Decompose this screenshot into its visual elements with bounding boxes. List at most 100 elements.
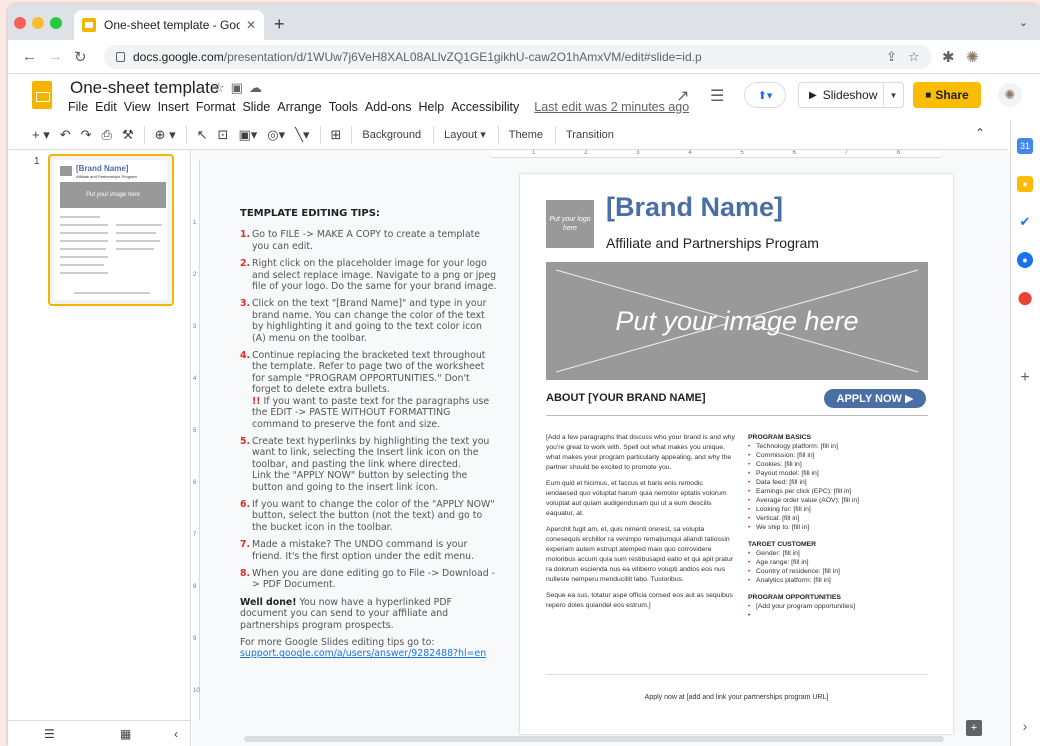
extensions-puzzle-icon[interactable]: ✱	[942, 48, 955, 66]
account-avatar[interactable]: ✺	[998, 83, 1022, 107]
bookmark-star-icon[interactable]: ☆	[908, 49, 920, 65]
image-insert-icon[interactable]: ▣▾	[238, 127, 257, 143]
keep-icon[interactable]: ●	[1017, 176, 1033, 192]
horizontal-scrollbar[interactable]	[244, 736, 944, 742]
tip-item: 5. Create text hyperlinks by highlighting…	[240, 435, 490, 493]
apply-footer-text[interactable]: Apply now at [add and link your partners…	[520, 694, 953, 701]
present-mode-button[interactable]: ⬆▾	[744, 82, 786, 108]
menu-tools[interactable]: Tools	[329, 100, 358, 114]
thumb-line	[74, 292, 150, 294]
menu-help[interactable]: Help	[418, 100, 444, 114]
share-button[interactable]: ■ Share	[913, 82, 981, 108]
toolbar-divider	[351, 125, 353, 144]
tip-text: Create text hyperlinks by highlighting t…	[252, 435, 490, 470]
new-slide-icon[interactable]: + ▾	[32, 127, 50, 143]
well-done-paragraph: Well done! You now have a hyperlinked PD…	[240, 597, 498, 631]
google-slides-logo-icon[interactable]	[32, 81, 52, 109]
image-placeholder[interactable]: Put your image here	[546, 262, 928, 380]
logo-placeholder[interactable]: Put your logo here	[546, 200, 594, 248]
tab-close-icon[interactable]: ✕	[246, 18, 256, 32]
program-opportunities-heading: PROGRAM OPPORTUNITIES	[748, 594, 841, 601]
menu-format[interactable]: Format	[196, 100, 236, 114]
calendar-icon[interactable]: 31	[1017, 138, 1033, 154]
document-title[interactable]: One-sheet template	[70, 78, 219, 98]
close-window-dot[interactable]	[14, 17, 26, 29]
support-link[interactable]: support.google.com/a/users/answer/928248…	[240, 648, 486, 659]
thumb-line	[60, 240, 108, 242]
program-subtitle[interactable]: Affiliate and Partnerships Program	[606, 235, 819, 251]
more-tips-paragraph: For more Google Slides editing tips go t…	[240, 637, 498, 660]
paint-format-icon[interactable]: ⚒	[122, 127, 134, 143]
tip-text: Click on the text "[Brand Name]" and typ…	[252, 298, 487, 344]
maximize-window-dot[interactable]	[50, 17, 62, 29]
theme-button[interactable]: Theme	[509, 129, 543, 141]
maps-icon[interactable]: ⬤	[1017, 290, 1033, 306]
new-tab-button[interactable]: +	[274, 14, 285, 35]
comment-add-icon[interactable]: ⊞	[331, 127, 342, 143]
zoom-icon[interactable]: ⊕ ▾	[155, 127, 176, 143]
list-item: Gender: [fill in]	[748, 549, 938, 558]
filmstrip-view-icon[interactable]: ☰	[44, 727, 55, 741]
tasks-icon[interactable]: ✔	[1017, 214, 1033, 230]
toolbar-divider	[497, 125, 499, 144]
reload-icon[interactable]: ↻	[74, 48, 87, 66]
comments-icon[interactable]: ☰	[710, 86, 724, 106]
menu-file[interactable]: File	[68, 100, 88, 114]
apply-now-button[interactable]: APPLY NOW ▶	[824, 389, 926, 408]
about-body[interactable]: [Add a few paragraphs that discuss who y…	[546, 433, 736, 617]
layout-button[interactable]: Layout ▾	[444, 128, 486, 141]
show-side-panel-icon[interactable]: ›	[1017, 718, 1033, 734]
back-arrow-icon[interactable]: ←	[22, 48, 37, 65]
list-item: Cookies: [fill in]	[748, 460, 938, 469]
about-paragraph: [Add a few paragraphs that discuss who y…	[546, 434, 735, 471]
menu-accessibility[interactable]: Accessibility	[451, 100, 519, 114]
select-cursor-icon[interactable]: ↖	[197, 127, 208, 143]
ruler-mark: 7	[193, 532, 197, 538]
explore-icon[interactable]: +	[966, 720, 982, 736]
thumb-line	[116, 232, 156, 234]
cloud-status-icon[interactable]: ☁	[249, 80, 268, 95]
minimize-window-dot[interactable]	[32, 17, 44, 29]
about-heading[interactable]: ABOUT [YOUR BRAND NAME]	[546, 392, 706, 404]
brand-name-title[interactable]: [Brand Name]	[606, 192, 783, 223]
menu-slide[interactable]: Slide	[242, 100, 270, 114]
get-addons-icon[interactable]: +	[1017, 369, 1033, 386]
slideshow-button[interactable]: ▶ Slideshow	[798, 82, 884, 108]
move-folder-icon[interactable]: ▣	[231, 80, 249, 95]
vertical-ruler: 1 2 3 4 5 6 7 8 9 10	[192, 160, 200, 720]
print-icon[interactable]: ⎙	[102, 127, 112, 143]
grid-view-icon[interactable]: ▦	[120, 727, 131, 741]
menu-view[interactable]: View	[124, 100, 151, 114]
star-icon[interactable]: ☆	[213, 80, 231, 95]
last-edit-link[interactable]: Last edit was 2 minutes ago	[534, 100, 689, 114]
redo-icon[interactable]: ↷	[81, 127, 92, 143]
background-button[interactable]: Background	[362, 129, 421, 141]
menu-insert[interactable]: Insert	[158, 100, 189, 114]
program-details[interactable]: PROGRAM BASICS Technology platform: [fil…	[748, 433, 938, 620]
menu-edit[interactable]: Edit	[95, 100, 117, 114]
slide-page[interactable]: Put your logo here [Brand Name] Affiliat…	[520, 174, 953, 734]
collapse-filmstrip-icon[interactable]: ‹	[174, 727, 178, 741]
share-page-icon[interactable]: ⇪	[886, 49, 897, 65]
filmstrip-footer: ☰ ▦ ‹	[8, 720, 190, 746]
transition-button[interactable]: Transition	[566, 129, 614, 141]
collapse-toolbar-icon[interactable]: ⌃	[975, 126, 985, 140]
contacts-icon[interactable]: ●	[1017, 252, 1033, 268]
undo-icon[interactable]: ↶	[60, 127, 71, 143]
browser-tab[interactable]: One-sheet template - Google S ✕	[74, 10, 264, 40]
tip-item: 7. Made a mistake? The UNDO command is yo…	[240, 539, 498, 562]
slideshow-dropdown-icon[interactable]: ▼	[884, 82, 904, 108]
browser-window: One-sheet template - Google S ✕ + ⌄ ← → …	[8, 4, 1040, 746]
url-bar[interactable]: docs.google.com/presentation/d/1WUw7j6Ve…	[104, 45, 932, 69]
menu-arrange[interactable]: Arrange	[277, 100, 321, 114]
line-icon[interactable]: ╲▾	[295, 127, 309, 143]
activity-trend-icon[interactable]: ↗	[676, 86, 689, 106]
shape-icon[interactable]: ◎▾	[267, 127, 285, 143]
editing-tips-textbox[interactable]: TEMPLATE EDITING TIPS: 1. Go to FILE -> M…	[240, 208, 498, 666]
tab-search-icon[interactable]: ⌄	[1019, 16, 1028, 29]
menu-addons[interactable]: Add-ons	[365, 100, 412, 114]
forward-arrow-icon[interactable]: →	[48, 48, 63, 65]
text-box-icon[interactable]: ⊡	[218, 127, 229, 143]
slide-thumbnail[interactable]: [Brand Name] Affiliate and Partnerships …	[48, 154, 174, 306]
profile-extension-icon[interactable]: ✺	[966, 48, 979, 66]
